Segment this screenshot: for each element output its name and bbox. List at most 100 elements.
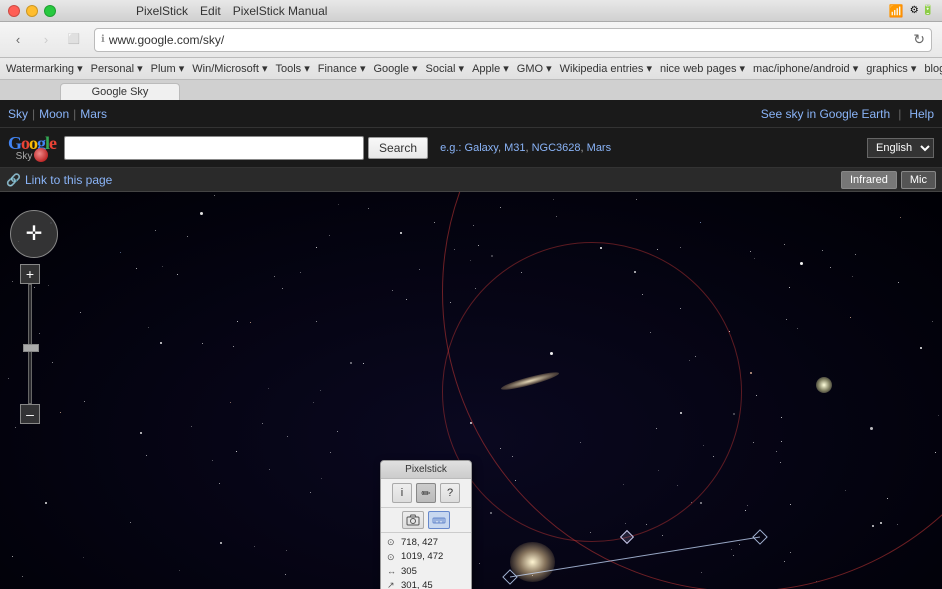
star-23: [330, 452, 331, 453]
star-rand-83: [52, 362, 53, 363]
sky-label: Sky: [16, 151, 33, 162]
zoom-control: + –: [20, 264, 40, 424]
bookmark-wikipedia[interactable]: Wikipedia entries ▾: [560, 62, 652, 75]
ps-pos-angle: ↗ 301, 45: [387, 579, 465, 589]
nav-moon[interactable]: Moon: [39, 107, 69, 121]
ruler-icon-button[interactable]: [428, 511, 450, 529]
star-rand-116: [12, 281, 13, 282]
window-controls[interactable]: [8, 5, 56, 17]
zoom-thumb[interactable]: [23, 344, 39, 352]
bookmark-graphics[interactable]: graphics ▾: [866, 62, 916, 75]
star-rand-44: [285, 574, 286, 575]
bookmark-gmo[interactable]: GMO ▾: [517, 62, 552, 75]
link-icon: 🔗: [6, 173, 21, 187]
tab-bar: Google Sky: [0, 80, 942, 100]
bookmark-niceweb[interactable]: nice web pages ▾: [660, 62, 745, 75]
wifi-icon: 📶: [889, 4, 904, 18]
examples-prefix: e.g.:: [440, 142, 461, 154]
star-rand-100: [155, 230, 156, 231]
sky-link-bar: 🔗 Link to this page Infrared Mic: [0, 168, 942, 192]
language-select[interactable]: English: [867, 138, 934, 158]
pan-control[interactable]: ✛: [10, 210, 58, 258]
bookmark-social[interactable]: Social ▾: [426, 62, 465, 75]
see-sky-in-earth-link[interactable]: See sky in Google Earth: [761, 107, 890, 121]
page-content: Sky | Moon | Mars See sky in Google Eart…: [0, 100, 942, 589]
page-button[interactable]: ⬜: [62, 29, 86, 51]
infrared-button[interactable]: Infrared: [841, 171, 897, 189]
star-rand-77: [187, 236, 188, 237]
star-11: [160, 342, 162, 344]
reload-button[interactable]: ↻: [913, 31, 925, 48]
example-mars[interactable]: Mars: [587, 142, 611, 154]
star-1: [120, 252, 121, 253]
microwave-button[interactable]: Mic: [901, 171, 936, 189]
example-ngc3628[interactable]: NGC3628: [532, 142, 581, 154]
forward-button[interactable]: ›: [34, 29, 58, 51]
help-toolbar-button[interactable]: ?: [440, 483, 460, 503]
star-rand-90: [202, 343, 203, 344]
tab-google-sky[interactable]: Google Sky: [60, 83, 180, 100]
sky-search-input[interactable]: [64, 136, 364, 160]
bookmark-google[interactable]: Google ▾: [373, 62, 417, 75]
google-logo: Google Sky: [8, 133, 56, 162]
nav-mars[interactable]: Mars: [80, 107, 107, 121]
width-value: 305: [401, 565, 417, 579]
star-rand-51: [338, 204, 339, 205]
minimize-button[interactable]: [26, 5, 38, 17]
titlebar-right: 📶 ⚙ 🔋: [889, 4, 934, 18]
bookmark-tools[interactable]: Tools ▾: [275, 62, 309, 75]
bookmark-mac[interactable]: mac/iphone/android ▾: [753, 62, 858, 75]
zoom-track[interactable]: [28, 284, 32, 404]
screen-icon: ⊙: [387, 551, 399, 565]
star-rand-94: [313, 402, 314, 403]
pixelstick-icon-row: [381, 508, 471, 533]
link-to-page[interactable]: Link to this page: [25, 173, 112, 187]
pixelstick-toolbar: i ✏ ?: [381, 479, 471, 508]
app-name: PixelStick: [136, 4, 188, 18]
nav-sky[interactable]: Sky: [8, 107, 28, 121]
pencil-toolbar-button[interactable]: ✏: [416, 483, 436, 503]
info-toolbar-button[interactable]: i: [392, 483, 412, 503]
ps-width: ↔ 305: [387, 565, 465, 579]
star-rand-96: [337, 431, 338, 432]
bookmark-finance[interactable]: Finance ▾: [318, 62, 366, 75]
example-m31[interactable]: M31: [504, 142, 525, 154]
bookmark-blogging[interactable]: blogging ▾: [924, 62, 942, 75]
screen-pos-value: 1019, 472: [401, 550, 443, 564]
star-32: [220, 542, 222, 544]
star-rand-67: [268, 388, 269, 389]
back-button[interactable]: ‹: [6, 29, 30, 51]
bookmark-plum[interactable]: Plum ▾: [151, 62, 185, 75]
example-galaxy[interactable]: Galaxy: [465, 142, 498, 154]
star-22: [230, 402, 231, 403]
bookmark-winmicrosoft[interactable]: Win/Microsoft ▾: [192, 62, 267, 75]
star-12: [250, 322, 251, 323]
close-button[interactable]: [8, 5, 20, 17]
star-rand-58: [329, 235, 330, 236]
cursor-icon: ⊙: [387, 536, 399, 550]
star-21: [140, 432, 142, 434]
sky-nav: Sky | Moon | Mars: [8, 107, 107, 121]
zoom-in-button[interactable]: +: [20, 264, 40, 284]
bookmark-personal[interactable]: Personal ▾: [91, 62, 143, 75]
bookmark-watermarking[interactable]: Watermarking ▾: [6, 62, 83, 75]
camera-icon-button[interactable]: [402, 511, 424, 529]
google-logo-sky: Sky: [16, 150, 49, 162]
star-rand-92: [237, 321, 238, 322]
help-link[interactable]: Help: [909, 107, 934, 121]
sky-search-bar: Google Sky Search e.g.: Galaxy, M31, NGC…: [0, 128, 942, 168]
manual-menu[interactable]: PixelStick Manual: [233, 4, 328, 18]
star-rand-33: [274, 276, 275, 277]
star-30: [45, 502, 47, 504]
zoom-out-button[interactable]: –: [20, 404, 40, 424]
sky-search-button[interactable]: Search: [368, 137, 428, 159]
bookmark-apple[interactable]: Apple ▾: [472, 62, 509, 75]
star-rand-6: [83, 557, 84, 558]
sky-header: Sky | Moon | Mars See sky in Google Eart…: [0, 100, 942, 128]
edit-menu[interactable]: Edit: [200, 4, 221, 18]
sky-header-right: See sky in Google Earth | Help: [761, 107, 934, 121]
star-map[interactable]: ✛ + – Pixelstick i: [0, 192, 942, 589]
address-bar[interactable]: [109, 33, 909, 47]
maximize-button[interactable]: [44, 5, 56, 17]
star-rand-23: [286, 550, 287, 551]
